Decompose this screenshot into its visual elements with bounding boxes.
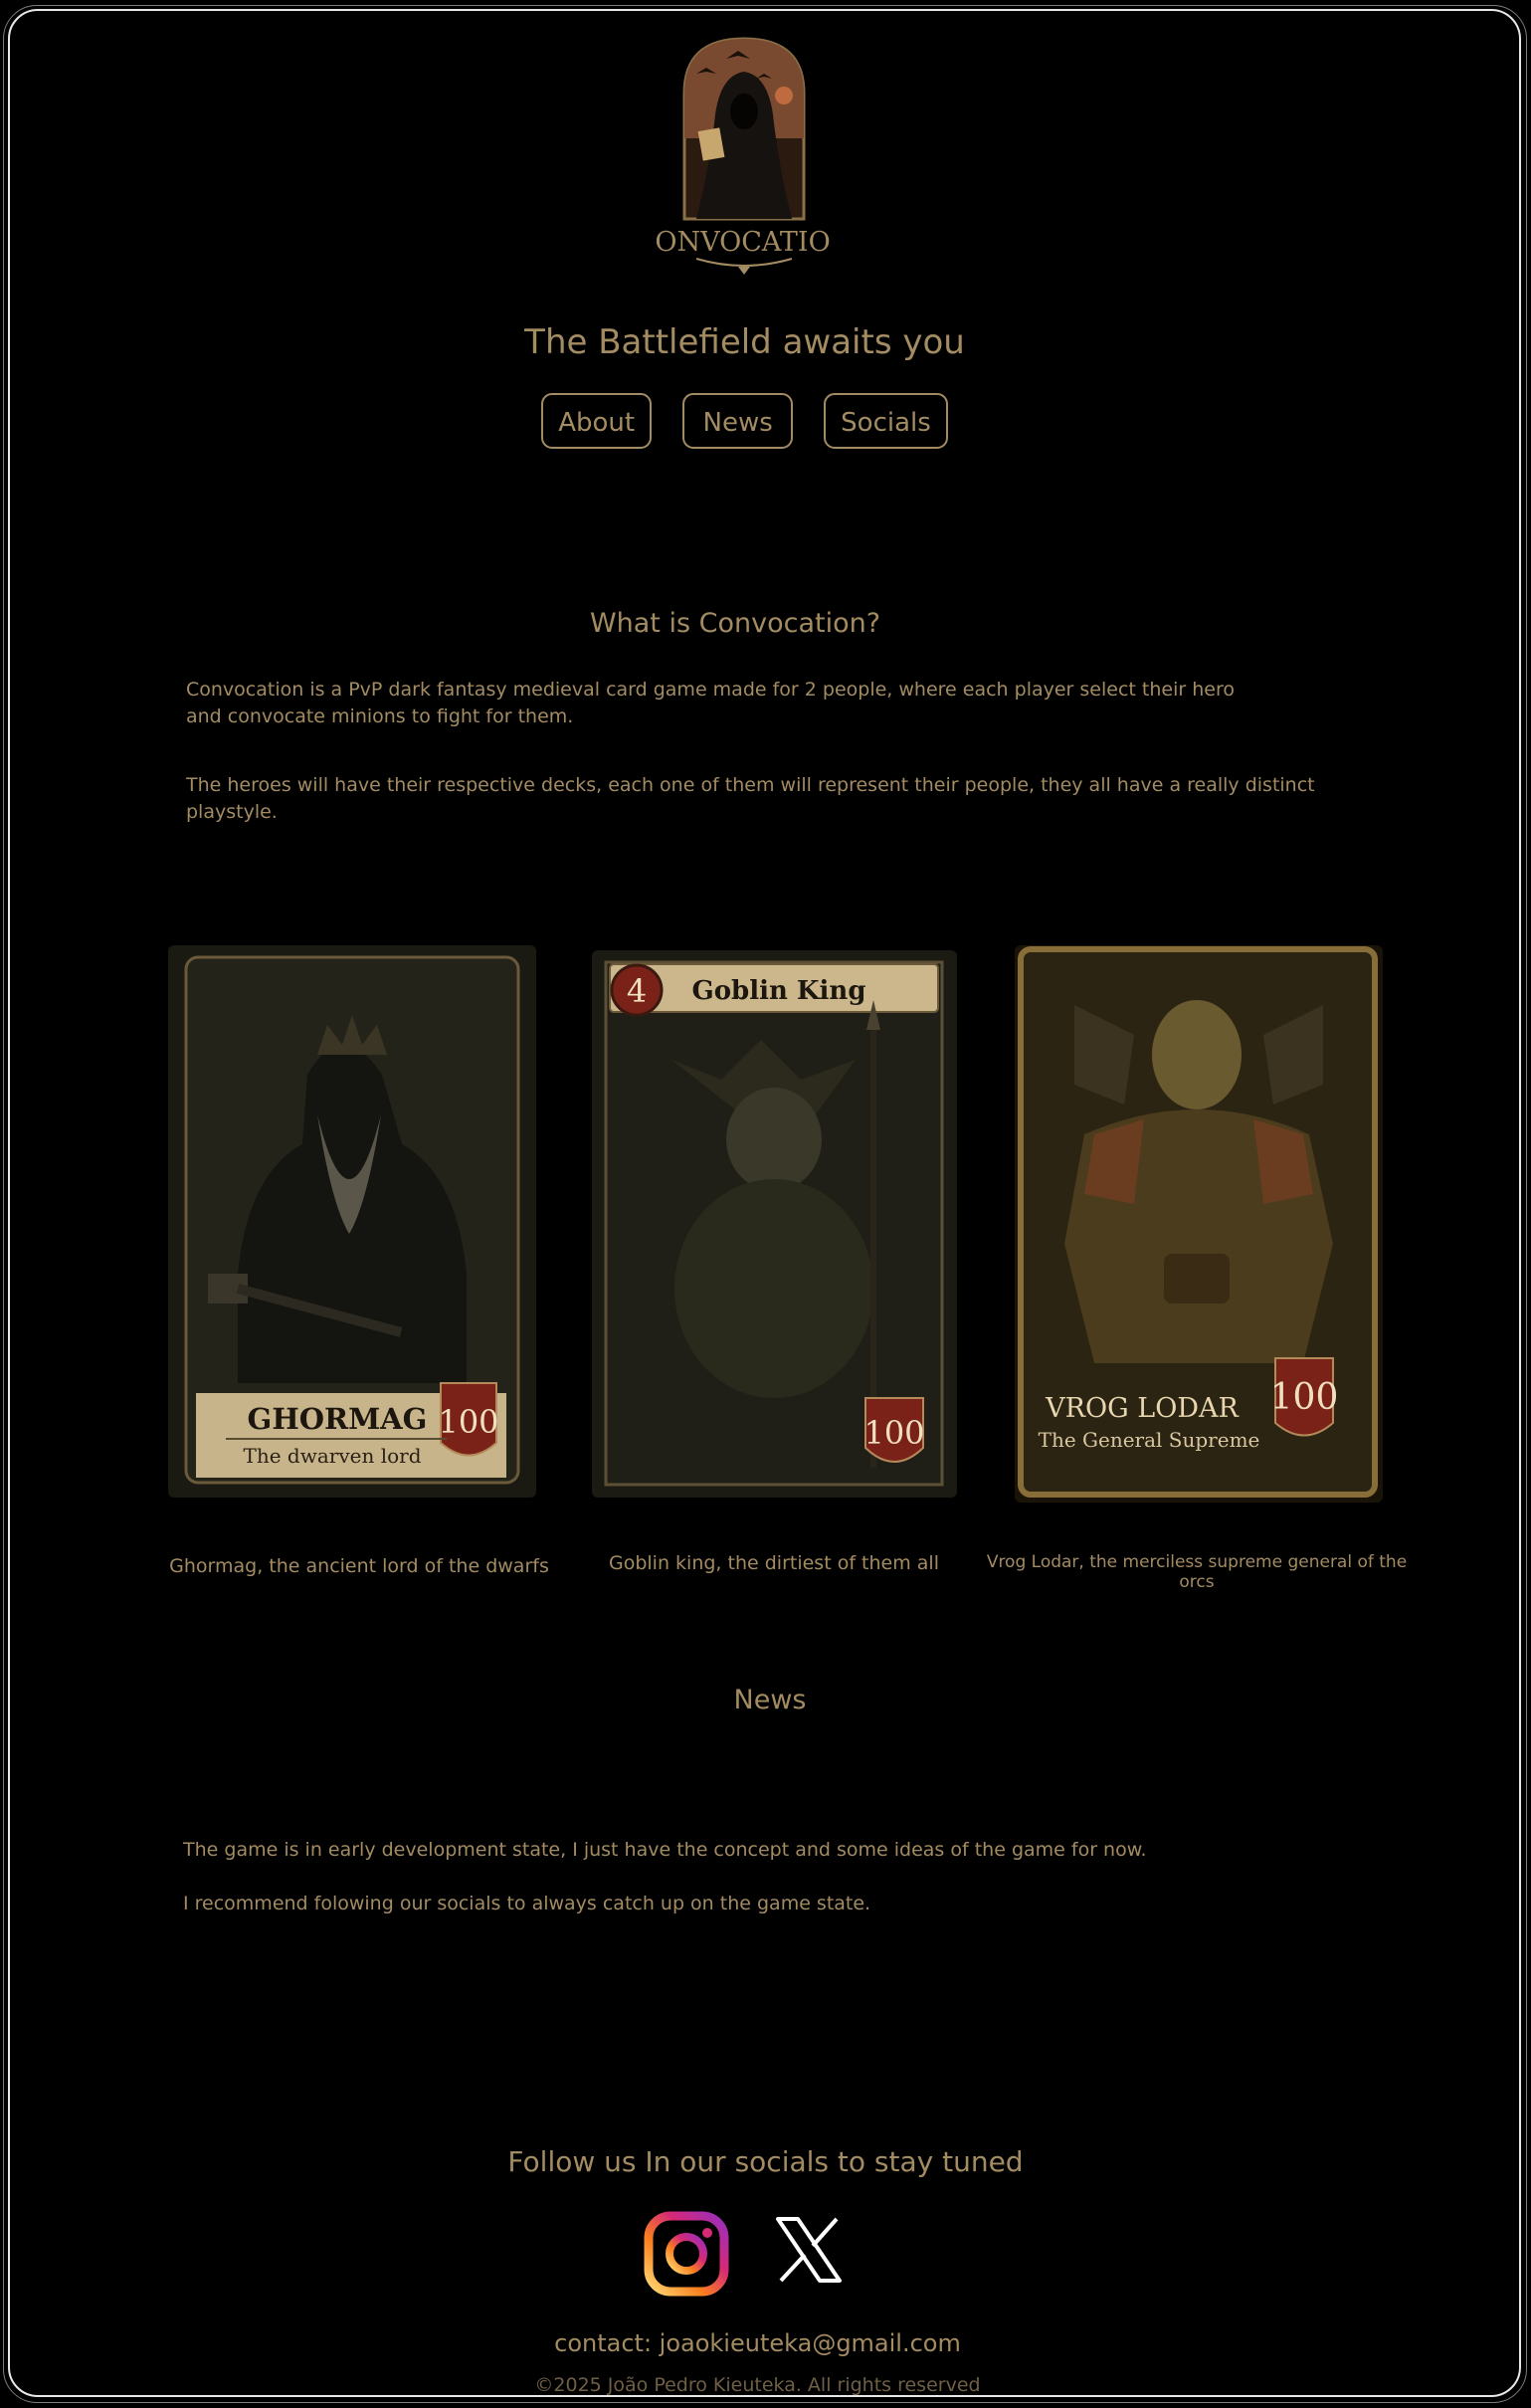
hero-tagline: The Battlefield awaits you — [524, 322, 965, 362]
footer-title: Follow us In our socials to stay tuned — [507, 2145, 1024, 2178]
instagram-icon[interactable] — [643, 2210, 730, 2298]
card-goblin-king-name: Goblin King — [692, 976, 866, 1006]
card-vrog-lodar-subtitle: The General Supreme — [1039, 1428, 1260, 1452]
logo-wordmark: CONVOCATION — [657, 227, 832, 258]
nav-socials-button[interactable]: Socials — [824, 393, 948, 449]
about-paragraph-2: The heroes will have their respective de… — [186, 774, 1315, 823]
card-vrog-lodar[interactable]: 100 VROG LODAR The General Supreme — [1015, 945, 1383, 1503]
about-title: What is Convocation? — [589, 608, 881, 639]
news-paragraph-2: I recommend folowing our socials to alwa… — [183, 1893, 871, 1914]
card-goblin-king-cost: 4 — [627, 972, 647, 1010]
card-vrog-lodar-name: VROG LODAR — [1045, 1393, 1239, 1424]
contact-email[interactable]: contact: joaokieuteka@gmail.com — [0, 2329, 1515, 2357]
card-ghormag-caption: Ghormag, the ancient lord of the dwarfs — [169, 1555, 549, 1577]
about-paragraph-1: Convocation is a PvP dark fantasy mediev… — [186, 679, 1235, 727]
card-ghormag-subtitle: The dwarven lord — [244, 1444, 422, 1468]
nav-news-button[interactable]: News — [682, 393, 794, 449]
news-title: News — [733, 1685, 807, 1715]
x-icon[interactable] — [774, 2217, 844, 2283]
nav-about-button[interactable]: About — [541, 393, 653, 449]
copyright-text: ©2025 João Pedro Kieuteka. All rights re… — [534, 2374, 981, 2396]
card-goblin-king-value: 100 — [863, 1414, 924, 1452]
card-goblin-king-caption: Goblin king, the dirtiest of them all — [609, 1552, 939, 1574]
card-ghormag[interactable]: 100 GHORMAG The dwarven lord — [168, 945, 536, 1498]
card-vrog-lodar-value: 100 — [1270, 1377, 1339, 1418]
convocation-logo[interactable]: CONVOCATION — [635, 34, 854, 279]
card-vrog-lodar-caption: Vrog Lodar, the merciless supreme genera… — [986, 1552, 1408, 1592]
news-paragraph-1: The game is in early development state, … — [183, 1839, 1147, 1861]
card-ghormag-value: 100 — [438, 1403, 498, 1441]
card-ghormag-name: GHORMAG — [248, 1402, 428, 1436]
main-nav: About News Socials — [0, 393, 1489, 449]
card-goblin-king[interactable]: 4 Goblin King 100 — [592, 950, 957, 1498]
